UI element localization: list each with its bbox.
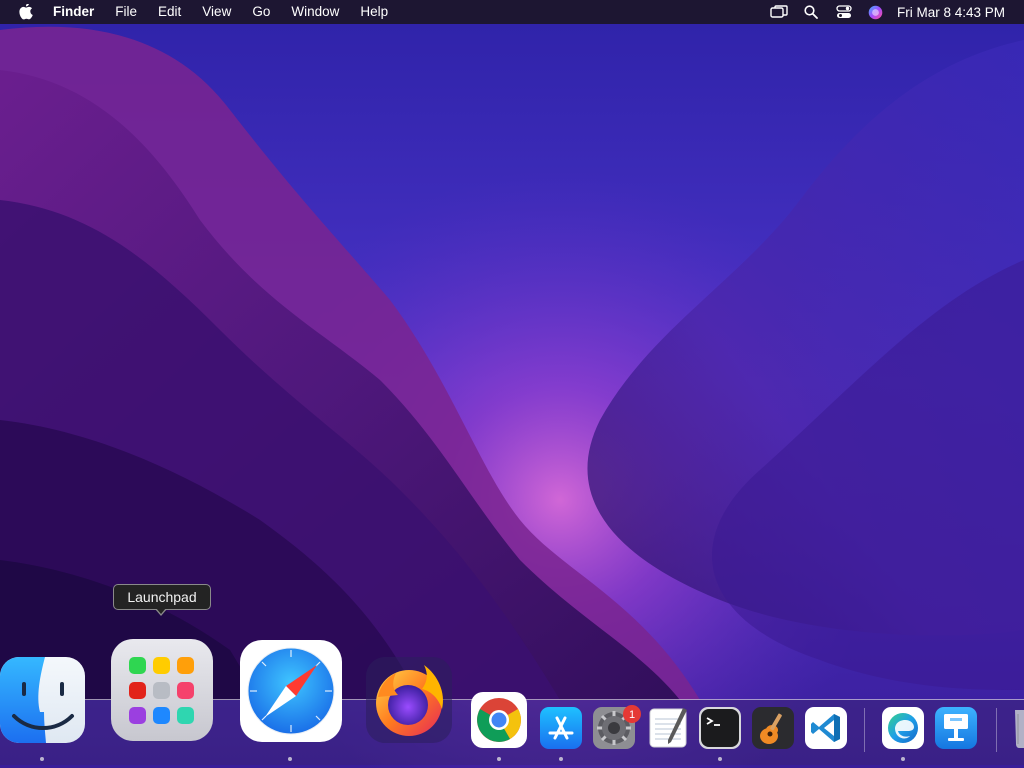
dock-separator [996,708,997,752]
dock-item-firefox[interactable] [366,657,452,743]
screen-mirroring-icon[interactable] [769,0,789,24]
menu-file[interactable]: File [115,0,137,24]
launchpad-icon [111,639,213,741]
dock-tooltip: Launchpad [113,584,211,610]
safari-icon [240,640,342,742]
vscode-icon [805,707,847,749]
tooltip-arrow [156,608,166,614]
dock-item-terminal[interactable] [699,707,741,749]
firefox-icon [366,657,452,743]
dock-item-edge[interactable] [882,707,924,749]
garageband-icon [752,707,794,749]
dock-item-launchpad[interactable] [111,639,213,741]
menu-app-name[interactable]: Finder [53,0,94,24]
app-store-icon [540,707,582,749]
dock-item-safari[interactable] [240,640,342,742]
dock-running-indicator [901,757,905,761]
control-center-icon[interactable] [836,0,852,24]
spotlight-search-icon[interactable] [803,0,819,24]
menu-edit[interactable]: Edit [158,0,181,24]
dock-item-chrome[interactable] [471,692,527,748]
dock-item-finder[interactable] [0,656,86,744]
apple-menu-icon[interactable] [19,3,35,21]
dock-item-app-store[interactable] [540,707,582,749]
menu-window[interactable]: Window [291,0,339,24]
siri-icon[interactable] [868,0,884,24]
dock-running-indicator [40,757,44,761]
keynote-icon [935,707,977,749]
edge-icon [882,707,924,749]
menu-go[interactable]: Go [252,0,270,24]
dock-running-indicator [497,757,501,761]
notification-badge: 1 [622,704,642,724]
chrome-icon [471,692,527,748]
desktop[interactable]: Finder File Edit View Go Window Help Fri… [0,0,1024,768]
trash-icon [1015,710,1024,748]
menu-view[interactable]: View [202,0,231,24]
menu-bar-clock[interactable]: Fri Mar 8 4:43 PM [897,5,1005,20]
dock-separator [864,708,865,752]
dock-running-indicator [718,757,722,761]
menu-bar: Finder File Edit View Go Window Help Fri… [0,0,1024,24]
badge-count: 1 [629,709,635,721]
terminal-icon [699,707,741,749]
menu-help[interactable]: Help [360,0,388,24]
textedit-icon [649,708,687,748]
dock-item-garageband[interactable] [752,707,794,749]
dock-running-indicator [288,757,292,761]
dock-item-textedit[interactable] [647,706,689,750]
dock-item-vscode[interactable] [805,707,847,749]
dock-item-trash[interactable] [1010,706,1024,750]
finder-icon [0,657,85,743]
dock-item-keynote[interactable] [935,707,977,749]
dock-running-indicator [559,757,563,761]
